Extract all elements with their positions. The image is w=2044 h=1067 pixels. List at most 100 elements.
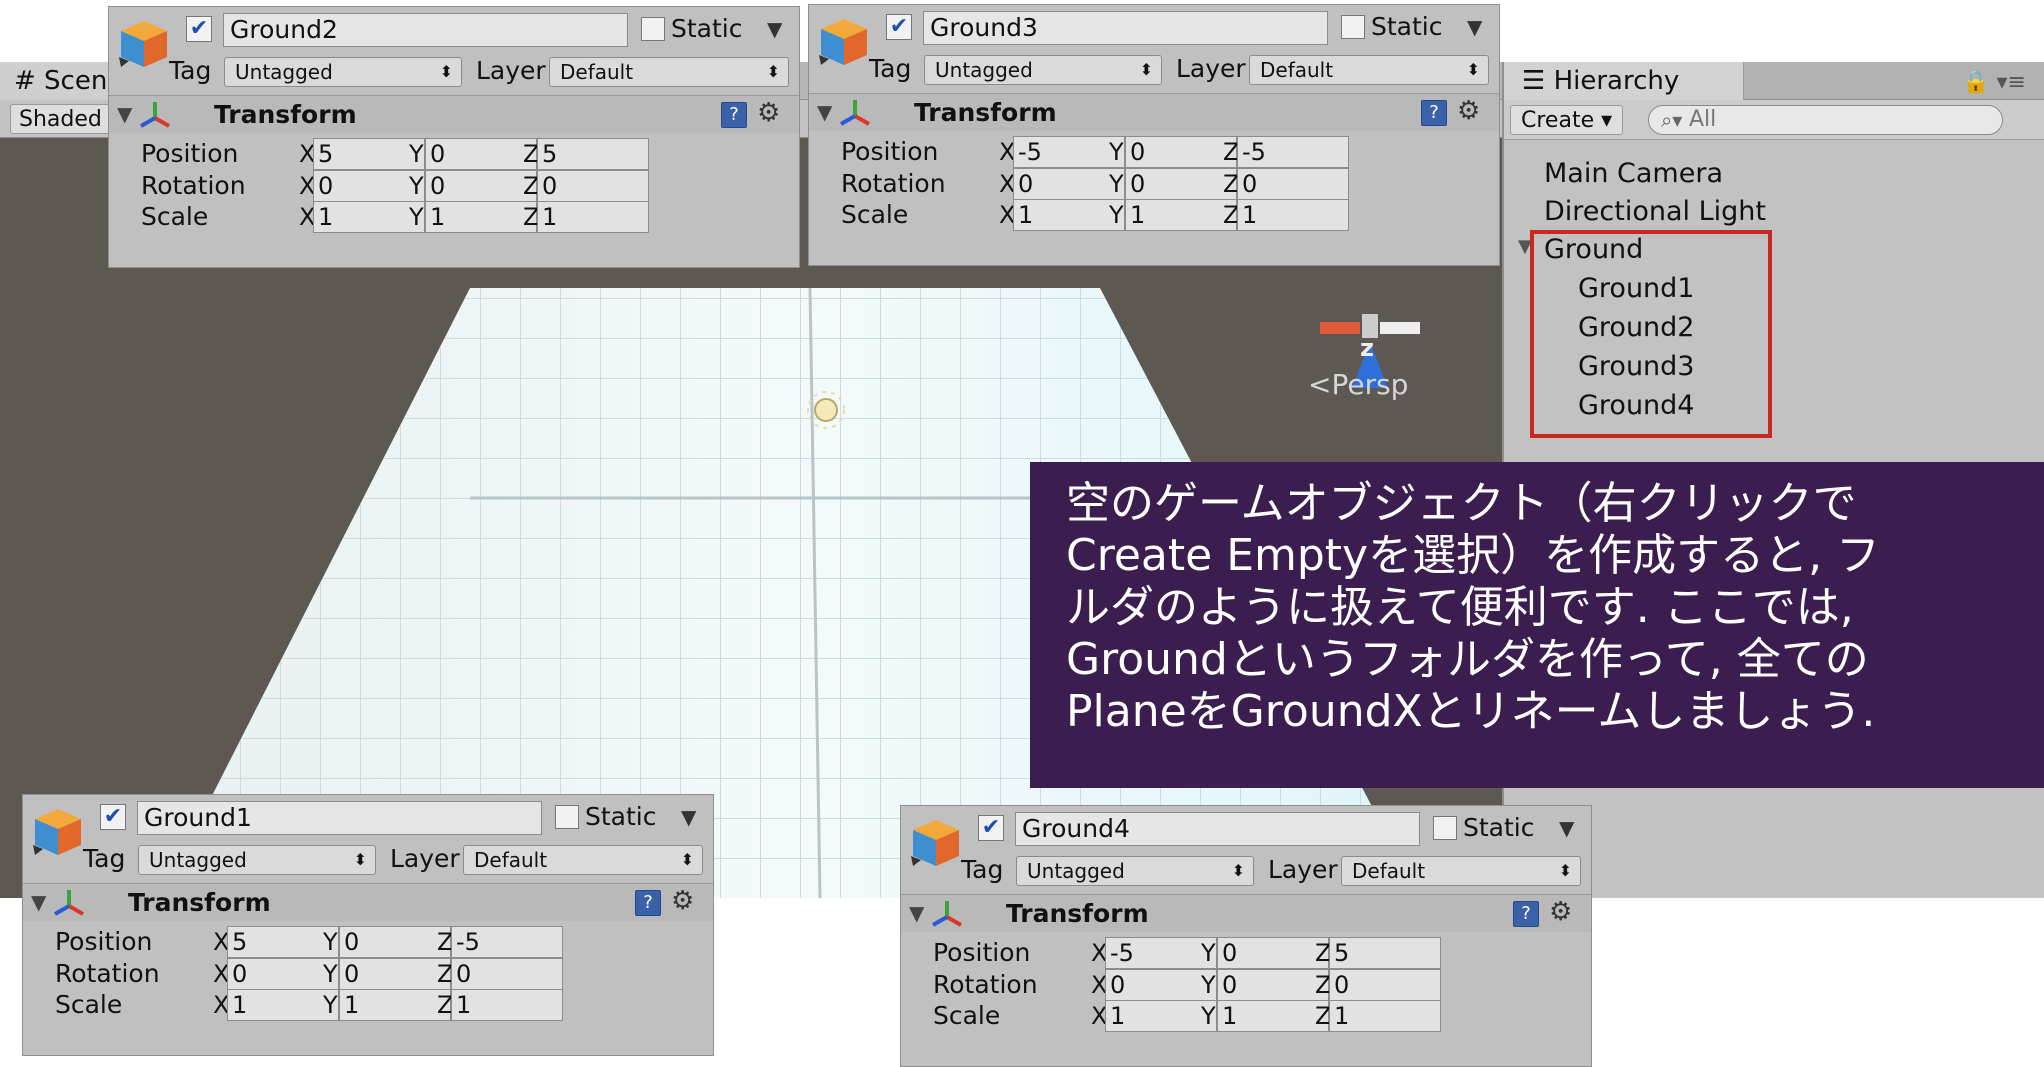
rotation-z-field[interactable]: 0 [1329,969,1441,1001]
y-axis-label[interactable]: Y [323,925,338,959]
rotation-y-field[interactable]: 0 [425,170,537,202]
static-label: Static [1371,12,1443,41]
search-icon: ⌕▾ [1661,108,1683,132]
layer-label: Layer [476,56,546,85]
transform-component-header[interactable]: ▼ Transform ? ⚙ [23,883,713,921]
gear-icon[interactable]: ⚙ [1549,897,1572,927]
scale-y-field[interactable]: 1 [1217,1000,1329,1032]
position-z-field[interactable]: -5 [1237,136,1349,168]
object-name-field[interactable]: Ground1 [137,801,542,835]
gear-icon[interactable]: ⚙ [757,98,780,128]
y-axis-label[interactable]: Y [409,200,424,234]
layer-dropdown[interactable]: Default ⬍ [1249,55,1489,85]
y-axis-label[interactable]: Y [1109,198,1124,232]
scale-z-field[interactable]: 1 [1237,199,1349,231]
fold-arrow-icon[interactable]: ▼ [31,890,46,914]
gear-icon[interactable]: ⚙ [671,886,694,916]
projection-label[interactable]: <Persp [1308,368,1408,401]
chevron-down-icon[interactable]: ▼ [681,801,696,833]
tag-dropdown[interactable]: Untagged ⬍ [138,845,376,875]
component-title: Transform [914,98,1057,127]
position-label: Position [55,927,153,956]
static-checkbox[interactable] [1341,15,1365,39]
scale-z-field[interactable]: 1 [1329,1000,1441,1032]
gameobject-cube-icon [911,820,959,866]
active-checkbox[interactable]: ✔ [186,16,212,42]
position-z-field[interactable]: 5 [537,138,649,170]
y-axis-label[interactable]: Y [1201,968,1216,1002]
tab-hierarchy[interactable]: ☰ Hierarchy [1504,62,1744,100]
static-checkbox[interactable] [641,17,665,41]
shading-mode-dropdown[interactable]: Shaded [10,104,111,134]
help-icon[interactable]: ? [721,102,747,128]
y-axis-label[interactable]: Y [409,169,424,203]
active-checkbox[interactable]: ✔ [100,804,126,830]
component-title: Transform [128,888,271,917]
rotation-z-field[interactable]: 0 [451,958,563,990]
hierarchy-search-input[interactable]: ⌕▾ All [1648,105,2003,135]
fold-arrow-icon[interactable]: ▼ [117,102,132,126]
scale-z-field[interactable]: 1 [451,989,563,1021]
chevron-down-icon[interactable]: ▼ [1467,11,1482,43]
help-icon[interactable]: ? [635,890,661,916]
tag-dropdown[interactable]: Untagged ⬍ [224,57,462,87]
object-name-field[interactable]: Ground2 [223,13,628,47]
position-y-field[interactable]: 0 [339,926,451,958]
gameobject-cube-icon [119,21,167,67]
scale-y-field[interactable]: 1 [425,201,537,233]
transform-component-header[interactable]: ▼ Transform ? ⚙ [109,95,799,133]
transform-axis-icon [140,102,170,128]
y-axis-label[interactable]: Y [1201,936,1216,970]
layer-dropdown[interactable]: Default ⬍ [1341,856,1581,886]
scale-z-field[interactable]: 1 [537,201,649,233]
scale-label: Scale [933,1001,1001,1030]
object-name-field[interactable]: Ground4 [1015,812,1420,846]
transform-component-header[interactable]: ▼ Transform ? ⚙ [901,894,1591,932]
lock-icon[interactable]: 🔒 ▾≡ [1962,70,2026,95]
position-z-field[interactable]: 5 [1329,937,1441,969]
rotation-y-field[interactable]: 0 [339,958,451,990]
tag-dropdown[interactable]: Untagged ⬍ [924,55,1162,85]
y-axis-label[interactable]: Y [1201,999,1216,1033]
hierarchy-item-main-camera[interactable]: Main Camera [1544,158,1723,189]
create-dropdown[interactable]: Create ▾ [1510,105,1624,135]
scale-label: Scale [141,202,209,231]
fold-arrow-icon[interactable]: ▼ [817,100,832,124]
y-axis-label[interactable]: Y [1109,135,1124,169]
y-axis-label[interactable]: Y [323,957,338,991]
active-checkbox[interactable]: ✔ [886,14,912,40]
rotation-z-field[interactable]: 0 [1237,168,1349,200]
tag-dropdown[interactable]: Untagged ⬍ [1016,856,1254,886]
static-checkbox[interactable] [1433,816,1457,840]
gear-icon[interactable]: ⚙ [1457,96,1480,126]
position-y-field[interactable]: 0 [1125,136,1237,168]
rotation-y-field[interactable]: 0 [1125,168,1237,200]
y-axis-label[interactable]: Y [409,137,424,171]
y-axis-label[interactable]: Y [323,988,338,1022]
rotation-y-field[interactable]: 0 [1217,969,1329,1001]
gameobject-cube-icon [33,809,81,855]
layer-dropdown[interactable]: Default ⬍ [463,845,703,875]
position-y-field[interactable]: 0 [1217,937,1329,969]
static-checkbox[interactable] [555,805,579,829]
object-name-field[interactable]: Ground3 [923,11,1328,45]
fold-arrow-icon[interactable]: ▼ [909,901,924,925]
y-axis-label[interactable]: Y [1109,167,1124,201]
scale-y-field[interactable]: 1 [1125,199,1237,231]
help-icon[interactable]: ? [1421,100,1447,126]
rotation-z-field[interactable]: 0 [537,170,649,202]
active-checkbox[interactable]: ✔ [978,815,1004,841]
position-z-field[interactable]: -5 [451,926,563,958]
rotation-label: Rotation [141,171,246,200]
layer-label: Layer [1268,855,1338,884]
scale-label: Scale [55,990,123,1019]
chevron-down-icon[interactable]: ▼ [1559,812,1574,844]
transform-component-header[interactable]: ▼ Transform ? ⚙ [809,93,1499,131]
chevron-down-icon[interactable]: ▼ [767,13,782,45]
hierarchy-item-directional-light[interactable]: Directional Light [1544,196,1766,227]
help-icon[interactable]: ? [1513,901,1539,927]
scale-y-field[interactable]: 1 [339,989,451,1021]
layer-dropdown[interactable]: Default ⬍ [549,57,789,87]
position-label: Position [141,139,239,168]
position-y-field[interactable]: 0 [425,138,537,170]
